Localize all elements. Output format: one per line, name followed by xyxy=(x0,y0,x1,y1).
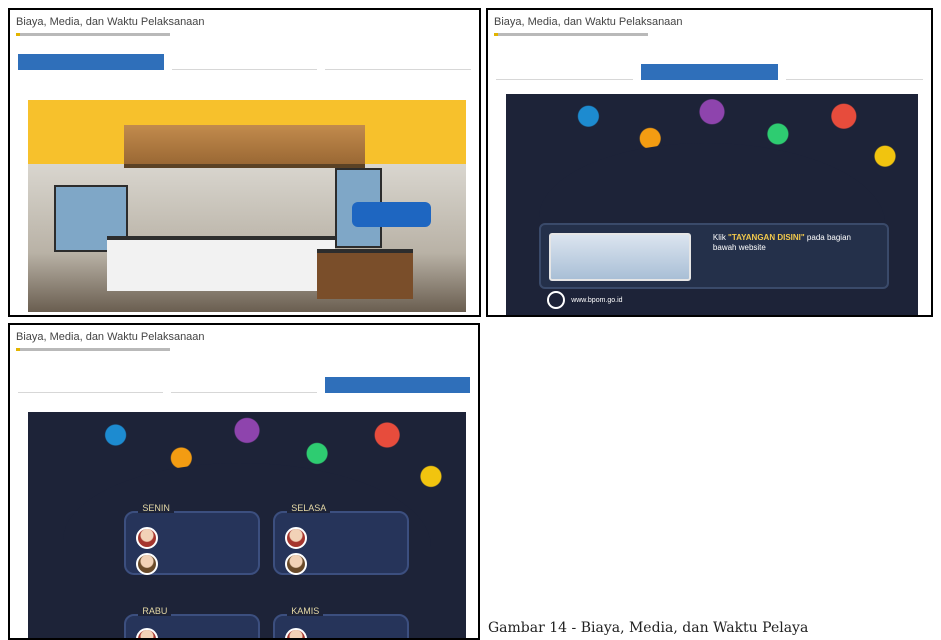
screen-subtitle xyxy=(16,348,170,351)
tab-1[interactable] xyxy=(496,64,633,80)
schedule-day: RABU xyxy=(138,606,172,617)
roof-banner xyxy=(124,125,366,168)
tab-2[interactable] xyxy=(641,64,778,80)
screen-title: Biaya, Media, dan Waktu Pelaksanaan xyxy=(16,16,205,28)
tab-2[interactable] xyxy=(171,54,318,70)
screen-subtitle xyxy=(494,33,648,36)
website-url: www.bpom.go.id xyxy=(547,291,623,310)
presenter xyxy=(136,552,254,575)
schedule-block: RABU xyxy=(124,606,260,638)
globe-icon xyxy=(547,291,566,310)
avatar xyxy=(285,628,308,638)
screenshot-media: Biaya, Media, dan Waktu Pelaksanaan Klik… xyxy=(486,8,933,317)
schedule-day: SENIN xyxy=(138,502,174,513)
screen-title: Biaya, Media, dan Waktu Pelaksanaan xyxy=(16,331,205,343)
tab-3[interactable] xyxy=(786,64,923,80)
tab-1[interactable] xyxy=(18,377,164,393)
presenter xyxy=(136,628,254,638)
avatar xyxy=(136,552,159,575)
schedule-day: SELASA xyxy=(287,502,331,513)
schedule-day: KAMIS xyxy=(287,606,324,617)
schedule-block: SENIN xyxy=(124,502,260,575)
media-banner: Klik "TAYANGAN DISINI" pada bagian bawah… xyxy=(506,94,918,315)
screenshot-schedule: Biaya, Media, dan Waktu Pelaksanaan SENI… xyxy=(8,323,480,640)
presenter xyxy=(285,526,403,549)
tab-bar xyxy=(496,64,923,80)
service-desk xyxy=(317,248,414,300)
info-text: Klik "TAYANGAN DISINI" pada bagian bawah… xyxy=(713,233,879,253)
tab-bar xyxy=(18,377,470,393)
website-screenshot xyxy=(548,233,692,281)
screen-title: Biaya, Media, dan Waktu Pelaksanaan xyxy=(494,16,683,28)
schedule-block: SELASA xyxy=(273,502,409,575)
avatar xyxy=(136,526,159,549)
figure-caption: Gambar 14 - Biaya, Media, dan Waktu Pela… xyxy=(488,620,809,636)
avatar xyxy=(136,628,159,638)
office-photo xyxy=(28,100,466,312)
tab-2[interactable] xyxy=(171,377,317,393)
url-text: www.bpom.go.id xyxy=(571,296,623,304)
schedule-banner: SENIN SELASA RABU KAMIS xyxy=(28,412,466,638)
info-card: Klik "TAYANGAN DISINI" pada bagian bawah… xyxy=(538,223,890,290)
avatar xyxy=(285,526,308,549)
service-counter xyxy=(106,235,335,291)
headline-prefix: Klik xyxy=(712,233,726,243)
screen-subtitle xyxy=(16,33,170,36)
tab-3[interactable] xyxy=(324,377,470,393)
logo-banner xyxy=(352,201,431,228)
presenter xyxy=(136,526,254,549)
headline-highlight: "TAYANGAN DISINI" xyxy=(728,233,805,243)
tab-bar xyxy=(18,54,472,70)
tab-1[interactable] xyxy=(18,54,164,70)
avatar xyxy=(285,552,308,575)
screenshot-office: Biaya, Media, dan Waktu Pelaksanaan xyxy=(8,8,481,317)
tab-3[interactable] xyxy=(325,54,472,70)
presenter xyxy=(285,628,403,638)
presenter xyxy=(285,552,403,575)
headline-line2: bawah website xyxy=(712,243,766,253)
schedule-block: KAMIS xyxy=(273,606,409,638)
headline-suffix: pada bagian xyxy=(806,233,851,243)
